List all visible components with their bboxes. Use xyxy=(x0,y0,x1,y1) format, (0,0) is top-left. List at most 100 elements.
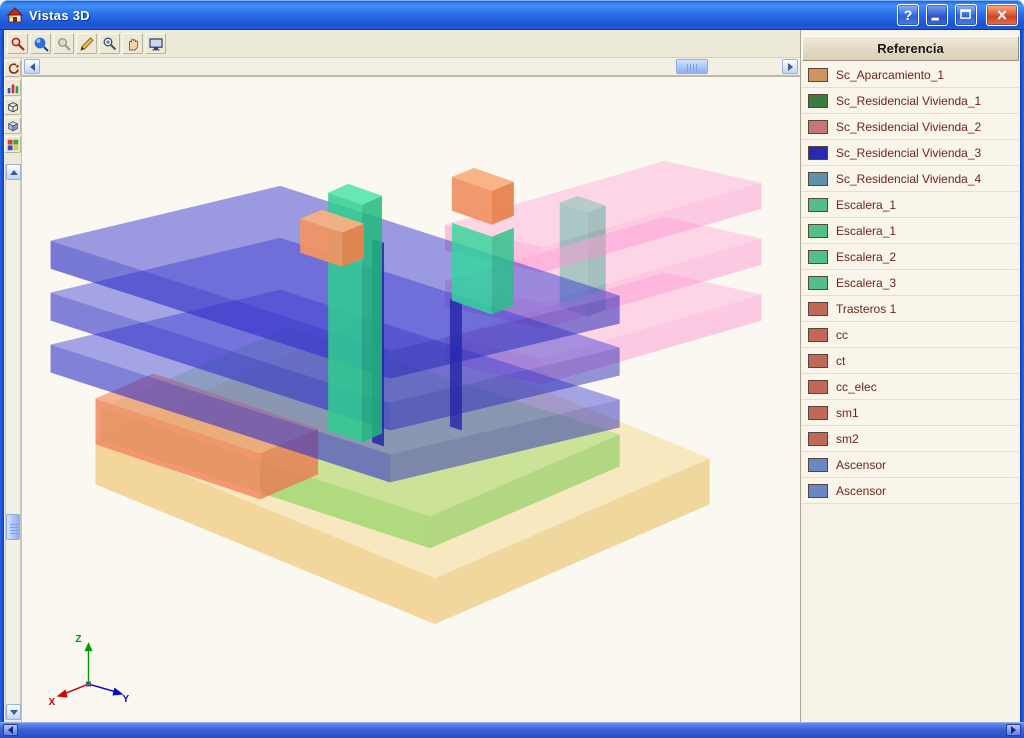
bottom-scrollbar[interactable] xyxy=(0,722,1024,738)
scroll-up-button[interactable] xyxy=(6,164,21,180)
scroll-right-button[interactable] xyxy=(782,59,798,74)
pan-button[interactable] xyxy=(122,33,143,54)
minimize-button[interactable] xyxy=(926,4,948,26)
legend-item-label: Escalera_3 xyxy=(836,275,897,290)
axis-z-label: Z xyxy=(75,634,81,645)
legend-item-label: Sc_Residencial Vivienda_3 xyxy=(836,145,982,160)
scroll-down-button[interactable] xyxy=(6,704,21,720)
legend-row[interactable]: ct xyxy=(802,348,1019,374)
window-body: Z Y X Referencia Sc_Aparcamiento_1 Sc_Re… xyxy=(4,30,1020,722)
arrow-down-icon xyxy=(9,709,18,715)
legend-item-label: sm2 xyxy=(836,431,859,446)
orange-cap-2 xyxy=(451,167,514,225)
zoom-button[interactable] xyxy=(99,33,120,54)
titlebar[interactable]: Vistas 3D ? xyxy=(0,0,1024,30)
left-toolbar xyxy=(4,58,22,722)
close-icon xyxy=(997,10,1007,20)
wireframe-cube-button[interactable] xyxy=(4,98,21,115)
3d-viewport[interactable]: Z Y X xyxy=(22,76,800,722)
legend-item-label: Sc_Residencial Vivienda_1 xyxy=(836,93,982,108)
legend-color-swatch xyxy=(808,145,828,160)
legend-color-swatch xyxy=(808,327,828,342)
maximize-button[interactable] xyxy=(955,4,977,26)
legend-row[interactable]: Ascensor xyxy=(802,452,1019,478)
legend-item-label: ct xyxy=(836,353,846,368)
legend-color-swatch xyxy=(808,119,828,134)
legend-item-label: Escalera_1 xyxy=(836,197,897,212)
legend-row[interactable]: Sc_Residencial Vivienda_2 xyxy=(802,114,1019,140)
legend-row[interactable]: Trasteros 1 xyxy=(802,296,1019,322)
legend-color-swatch xyxy=(808,431,828,446)
window-border-right xyxy=(1020,30,1024,722)
zoom-all-icon xyxy=(11,37,25,51)
legend-color-swatch xyxy=(808,301,828,316)
app-icon xyxy=(6,7,24,23)
rotate-view-icon xyxy=(8,62,19,74)
color-render-icon xyxy=(7,139,18,150)
bottom-scroll-right-button[interactable] xyxy=(1006,724,1021,736)
rotate-view-button[interactable] xyxy=(4,60,21,77)
legend-color-swatch xyxy=(808,223,828,238)
legend-row[interactable]: sm2 xyxy=(802,426,1019,452)
legend-row[interactable]: Escalera_3 xyxy=(802,270,1019,296)
legend-color-swatch xyxy=(808,483,828,498)
scroll-left-button[interactable] xyxy=(24,59,40,74)
wireframe-cube-icon xyxy=(7,101,18,112)
vertical-scroll-thumb[interactable] xyxy=(6,514,20,540)
legend-row[interactable]: Ascensor xyxy=(802,478,1019,504)
legend-item-label: sm1 xyxy=(836,405,859,420)
3d-model: Z Y X xyxy=(49,160,762,708)
legend-row[interactable]: cc_elec xyxy=(802,374,1019,400)
legend-color-swatch xyxy=(808,197,828,212)
legend-color-swatch xyxy=(808,171,828,186)
legend-color-swatch xyxy=(808,405,828,420)
zoom-previous-button[interactable] xyxy=(53,33,74,54)
legend-color-swatch xyxy=(808,457,828,472)
snapshot-button[interactable] xyxy=(145,33,166,54)
solid-cube-button[interactable] xyxy=(4,117,21,134)
help-button[interactable]: ? xyxy=(897,4,919,26)
horizontal-scrollbar[interactable] xyxy=(22,58,800,76)
axis-indicator: Z Y X xyxy=(49,634,130,708)
zoom-all-button[interactable] xyxy=(7,33,28,54)
measure-button[interactable] xyxy=(76,33,97,54)
legend-item-label: Ascensor xyxy=(836,457,887,472)
bottom-scroll-left-button[interactable] xyxy=(3,724,18,736)
floor-bars-button[interactable] xyxy=(4,79,21,96)
legend-row[interactable]: sm1 xyxy=(802,400,1019,426)
zoom-window-icon xyxy=(34,37,49,52)
legend-item-label: Trasteros 1 xyxy=(836,301,897,316)
legend-row[interactable]: cc xyxy=(802,322,1019,348)
legend-color-swatch xyxy=(808,93,828,108)
solid-cube-icon xyxy=(7,120,18,131)
legend-row[interactable]: Sc_Residencial Vivienda_1 xyxy=(802,88,1019,114)
zoom-window-button[interactable] xyxy=(30,33,51,54)
vertical-scrollbar[interactable] xyxy=(5,164,21,720)
arrow-right-icon xyxy=(1011,726,1016,734)
legend-color-swatch xyxy=(808,67,828,82)
maximize-icon xyxy=(960,9,971,19)
arrow-right-icon xyxy=(787,62,793,71)
snapshot-monitor-icon xyxy=(148,37,163,50)
stair-column-center xyxy=(451,222,514,315)
close-button[interactable] xyxy=(986,4,1018,26)
minimize-icon xyxy=(931,17,939,21)
floor-bars-icon xyxy=(7,84,18,93)
zoom-icon xyxy=(103,37,116,50)
legend-item-label: cc_elec xyxy=(836,379,877,394)
legend-row[interactable]: Escalera_1 xyxy=(802,192,1019,218)
legend-row[interactable]: Sc_Residencial Vivienda_4 xyxy=(802,166,1019,192)
legend-color-swatch xyxy=(808,379,828,394)
vertical-scrollbar-track[interactable] xyxy=(5,164,21,720)
legend-row[interactable]: Escalera_1 xyxy=(802,218,1019,244)
legend-item-label: cc xyxy=(836,327,848,342)
legend-row[interactable]: Sc_Aparcamiento_1 xyxy=(802,62,1019,88)
legend-item-label: Sc_Residencial Vivienda_2 xyxy=(836,119,982,134)
color-render-button[interactable] xyxy=(4,136,21,153)
horizontal-scroll-thumb[interactable] xyxy=(676,59,708,74)
legend-item-label: Escalera_1 xyxy=(836,223,897,238)
legend-item-label: Sc_Aparcamiento_1 xyxy=(836,67,945,82)
legend-row[interactable]: Escalera_2 xyxy=(802,244,1019,270)
legend-row[interactable]: Sc_Residencial Vivienda_3 xyxy=(802,140,1019,166)
arrow-left-icon xyxy=(8,726,13,734)
